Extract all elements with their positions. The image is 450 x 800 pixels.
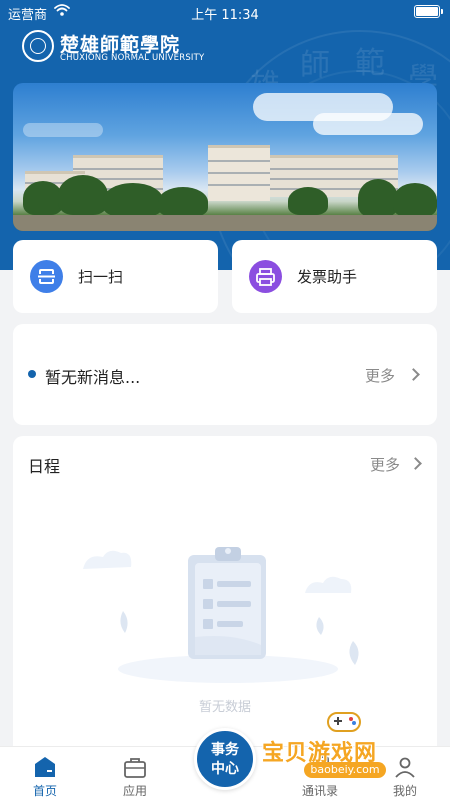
campus-banner[interactable] bbox=[13, 83, 437, 231]
watermark-char: 範 bbox=[355, 46, 385, 81]
carrier-label: 运营商 bbox=[8, 8, 48, 23]
schedule-more-link[interactable]: 更多 bbox=[370, 454, 400, 475]
gamepad-icon bbox=[327, 712, 361, 732]
scan-card[interactable]: 扫一扫 bbox=[13, 240, 218, 313]
message-text: 暂无新消息... bbox=[45, 368, 141, 387]
wifi-icon bbox=[54, 3, 70, 21]
battery-icon bbox=[414, 5, 443, 18]
tab-apps-label: 应用 bbox=[122, 784, 147, 798]
tab-contacts-label: 通讯录 bbox=[301, 784, 338, 798]
printer-icon bbox=[249, 260, 282, 293]
invoice-assistant-label: 发票助手 bbox=[297, 268, 358, 286]
clock: 上午 11:34 bbox=[191, 8, 259, 23]
empty-clipboard-illustration bbox=[83, 547, 359, 683]
affairs-center-line2: 中心 bbox=[211, 761, 239, 777]
schedule-title: 日程 bbox=[28, 457, 61, 476]
message-card[interactable]: 暂无新消息... 更多 bbox=[13, 324, 437, 425]
bullet-dot bbox=[28, 370, 36, 378]
tab-home-label: 首页 bbox=[32, 784, 57, 798]
invoice-assistant-card[interactable]: 发票助手 bbox=[232, 240, 437, 313]
affairs-center-button[interactable]: 事务 中心 bbox=[194, 728, 256, 790]
status-bar: 运营商 上午 11:34 bbox=[0, 0, 450, 24]
affairs-center-line1: 事务 bbox=[211, 742, 239, 758]
tab-apps[interactable]: 应用 bbox=[95, 747, 175, 800]
watermark-char: 師 bbox=[300, 48, 330, 83]
empty-state-text: 暂无数据 bbox=[198, 700, 251, 715]
scan-label: 扫一扫 bbox=[78, 268, 124, 286]
messages-more-link[interactable]: 更多 bbox=[365, 365, 395, 386]
chevron-right-icon bbox=[407, 368, 420, 381]
tab-home[interactable]: 首页 bbox=[5, 747, 85, 800]
chevron-right-icon bbox=[409, 457, 422, 470]
scan-icon bbox=[30, 260, 63, 293]
school-logo-icon bbox=[22, 30, 54, 62]
tab-profile-label: 我的 bbox=[392, 784, 417, 798]
school-name-en: CHUXIONG NORMAL UNIVERSITY bbox=[60, 53, 205, 63]
home-icon bbox=[35, 757, 55, 777]
person-icon bbox=[395, 757, 415, 778]
site-watermark-url: baobeiy.com bbox=[304, 762, 386, 778]
schedule-card: 日程 更多 暂无数据 bbox=[13, 436, 437, 756]
briefcase-icon bbox=[124, 758, 146, 778]
